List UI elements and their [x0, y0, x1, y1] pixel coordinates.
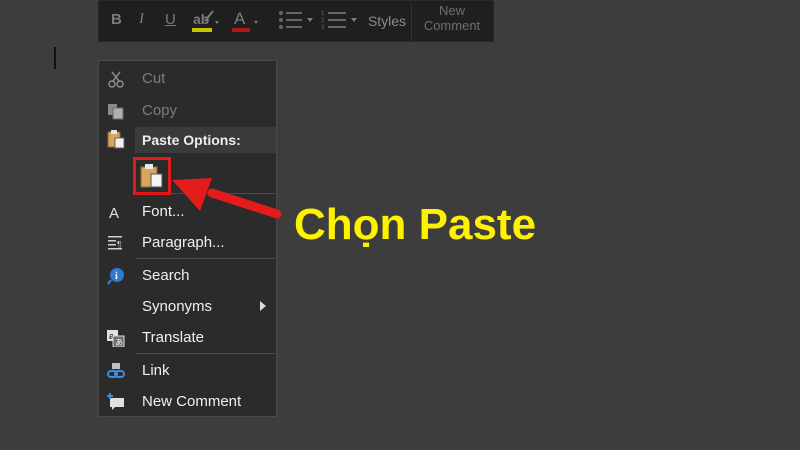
annotation-label: Chọn Paste: [294, 200, 537, 249]
